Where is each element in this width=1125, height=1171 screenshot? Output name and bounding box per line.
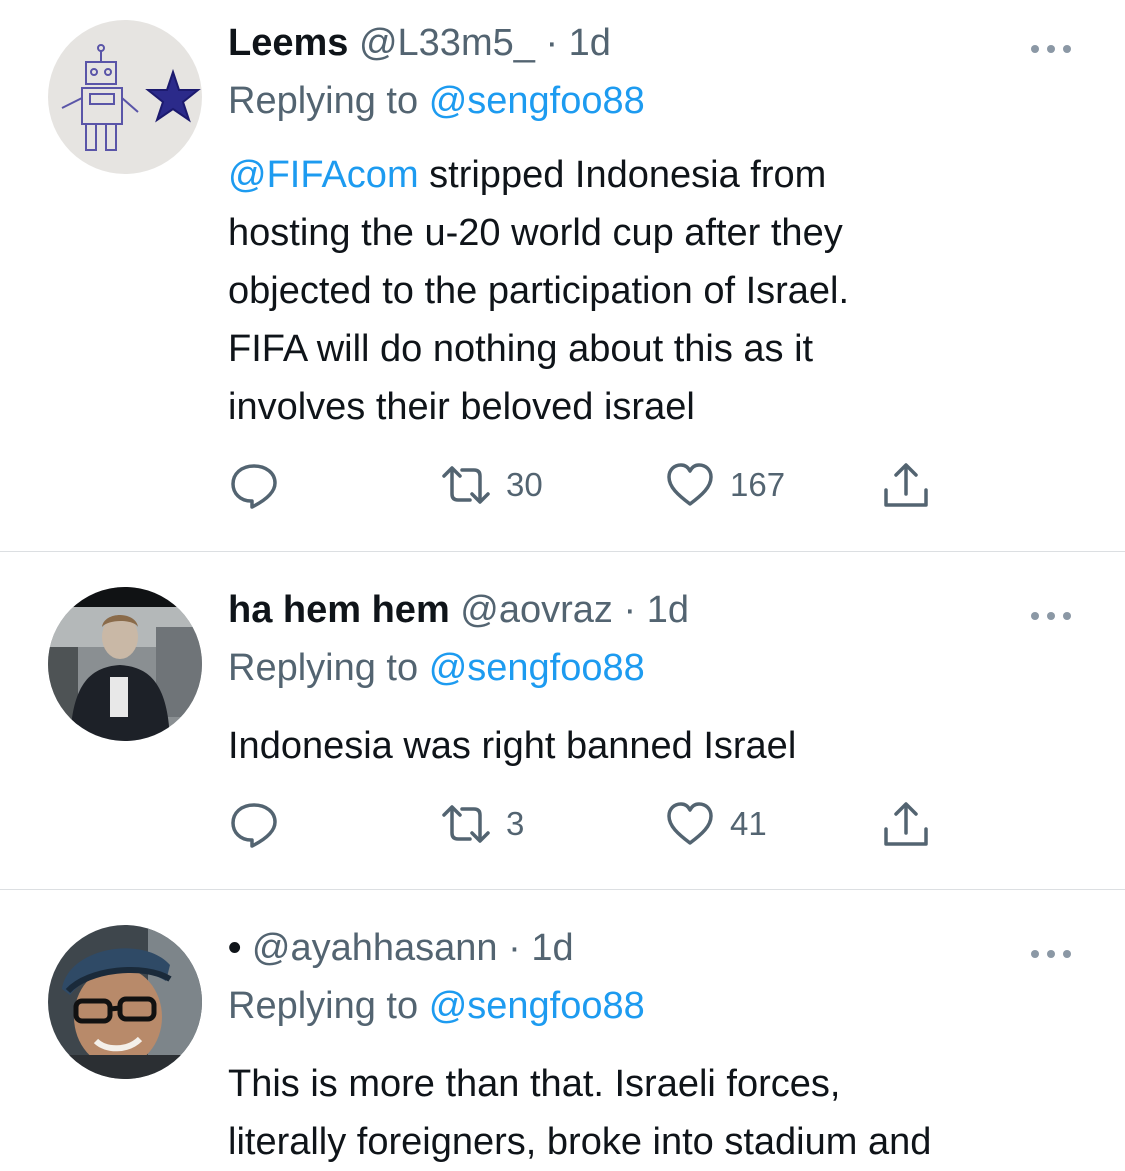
tweet-text: This is more than that. Israeli forces, … bbox=[228, 1063, 932, 1163]
reply-button[interactable] bbox=[228, 460, 280, 510]
display-name[interactable]: ha hem hem bbox=[228, 589, 450, 631]
retweet-count: 30 bbox=[506, 466, 543, 503]
like-button[interactable]: 41 bbox=[664, 799, 767, 849]
replying-to-label: Replying to bbox=[228, 80, 419, 122]
replying-to-link[interactable]: @sengfoo88 bbox=[429, 985, 645, 1027]
tweet-aovraz[interactable]: ha hem hem @aovraz · 1d Replying to @sen… bbox=[0, 587, 1125, 887]
more-options-icon[interactable] bbox=[1028, 609, 1074, 623]
divider bbox=[0, 551, 1125, 552]
reply-icon bbox=[228, 799, 280, 849]
display-name[interactable]: Leems bbox=[228, 22, 348, 64]
retweet-button[interactable]: 3 bbox=[440, 799, 524, 849]
separator-dot: · bbox=[545, 22, 559, 64]
like-count: 167 bbox=[730, 466, 786, 503]
avatar[interactable] bbox=[48, 20, 202, 174]
display-name[interactable]: • bbox=[228, 927, 241, 969]
avatar[interactable] bbox=[48, 925, 202, 1079]
tweet-text: Indonesia was right banned Israel bbox=[228, 725, 797, 767]
timestamp[interactable]: 1d bbox=[569, 22, 611, 64]
divider bbox=[0, 889, 1125, 890]
heart-icon bbox=[664, 799, 716, 849]
replying-to-link[interactable]: @sengfoo88 bbox=[429, 80, 645, 122]
avatar[interactable] bbox=[48, 587, 202, 741]
separator-dot: · bbox=[508, 927, 521, 969]
replying-to-line: Replying to @sengfoo88 bbox=[228, 78, 645, 124]
replying-to-label: Replying to bbox=[228, 647, 419, 689]
tweet-leems[interactable]: Leems @L33m5_ · 1d Replying to @sengfoo8… bbox=[0, 20, 1125, 550]
replying-to-line: Replying to @sengfoo88 bbox=[228, 983, 645, 1029]
more-options-icon[interactable] bbox=[1028, 947, 1074, 961]
user-handle[interactable]: @L33m5_ bbox=[359, 22, 535, 64]
share-icon bbox=[880, 460, 932, 510]
replying-to-link[interactable]: @sengfoo88 bbox=[429, 647, 645, 689]
separator-dot: · bbox=[623, 589, 637, 631]
like-button[interactable]: 167 bbox=[664, 460, 785, 510]
tweet-ayahhasann[interactable]: • @ayahhasann · 1d Replying to @sengfoo8… bbox=[0, 925, 1125, 1165]
user-handle[interactable]: @aovraz bbox=[460, 589, 613, 631]
reply-button[interactable] bbox=[228, 799, 280, 849]
like-count: 41 bbox=[730, 805, 767, 842]
retweet-icon bbox=[440, 460, 492, 510]
tweet-header: Leems @L33m5_ · 1d bbox=[228, 20, 611, 66]
reply-icon bbox=[228, 460, 280, 510]
retweet-count: 3 bbox=[506, 805, 525, 842]
tweet-actions: 30 167 bbox=[228, 460, 988, 510]
share-button[interactable] bbox=[880, 460, 932, 510]
tweet-text: @FIFAcom stripped Indonesia from hosting… bbox=[228, 146, 1108, 436]
share-button[interactable] bbox=[880, 799, 932, 849]
user-handle[interactable]: @ayahhasann bbox=[252, 927, 498, 969]
timestamp[interactable]: 1d bbox=[531, 927, 573, 969]
tweet-header: • @ayahhasann · 1d bbox=[228, 925, 574, 971]
share-icon bbox=[880, 799, 932, 849]
replying-to-line: Replying to @sengfoo88 bbox=[228, 645, 645, 691]
timestamp[interactable]: 1d bbox=[647, 589, 689, 631]
mention-link[interactable]: @FIFAcom bbox=[228, 154, 419, 196]
retweet-icon bbox=[440, 799, 492, 849]
tweet-actions: 3 41 bbox=[228, 799, 988, 849]
replying-to-label: Replying to bbox=[228, 985, 419, 1027]
tweet-header: ha hem hem @aovraz · 1d bbox=[228, 587, 689, 633]
more-options-icon[interactable] bbox=[1028, 42, 1074, 56]
retweet-button[interactable]: 30 bbox=[440, 460, 543, 510]
heart-icon bbox=[664, 460, 716, 510]
